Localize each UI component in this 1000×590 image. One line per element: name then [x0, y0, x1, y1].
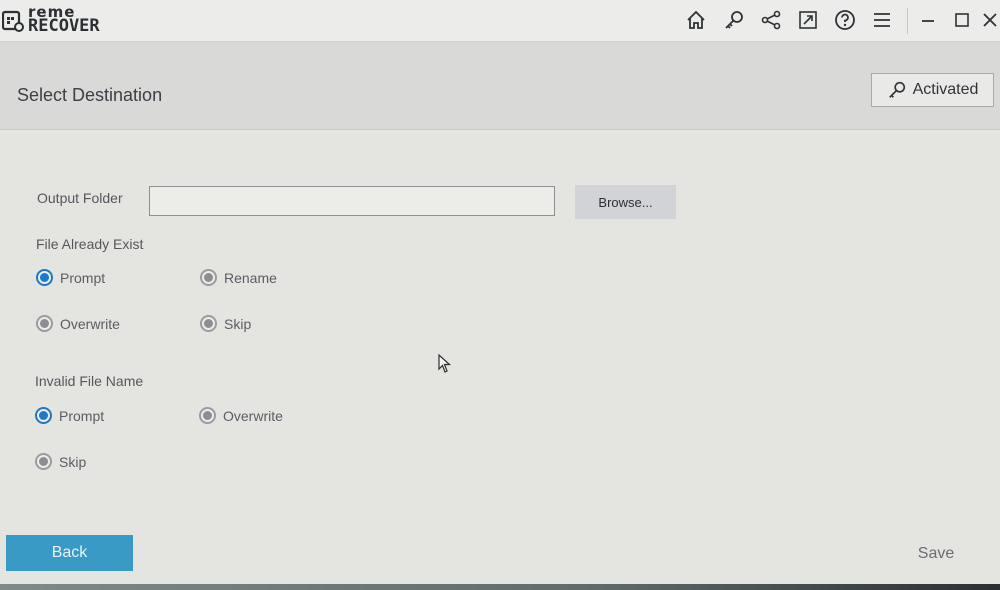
back-button[interactable]: Back: [6, 535, 133, 571]
radio-indicator: [35, 407, 52, 424]
radio-label: Prompt: [60, 269, 106, 286]
app-logo: reme RECOVER: [2, 4, 132, 36]
browse-button[interactable]: Browse...: [575, 185, 676, 219]
file-already-exist-label: File Already Exist: [36, 236, 144, 252]
logo-text-recover: RECOVER: [28, 16, 100, 36]
file-exist-skip-radio[interactable]: Skip: [200, 315, 251, 332]
output-folder-label: Output Folder: [37, 190, 123, 206]
titlebar-separator: [907, 8, 908, 34]
invalid-name-overwrite-radio[interactable]: Overwrite: [199, 407, 283, 424]
radio-label: Skip: [224, 315, 252, 332]
page-title: Select Destination: [17, 85, 163, 105]
home-icon[interactable]: [684, 8, 708, 32]
radio-indicator: [36, 269, 53, 286]
activated-button[interactable]: Activated: [871, 73, 994, 107]
file-exist-overwrite-radio[interactable]: Overwrite: [36, 315, 120, 332]
radio-indicator: [35, 453, 52, 470]
mouse-cursor-icon: [438, 354, 452, 373]
title-bar: reme RECOVER: [0, 0, 1000, 42]
menu-icon[interactable]: [870, 8, 894, 32]
page-header: Select Destination: [0, 42, 1000, 130]
key-icon[interactable]: [722, 8, 746, 32]
radio-indicator: [200, 269, 217, 286]
export-icon[interactable]: [796, 8, 820, 32]
invalid-name-skip-radio[interactable]: Skip: [35, 453, 86, 470]
maximize-icon[interactable]: [950, 8, 974, 32]
file-exist-prompt-radio[interactable]: Prompt: [36, 269, 105, 286]
radio-label: Skip: [59, 453, 87, 470]
activated-label: Activated: [912, 81, 979, 98]
radio-label: Prompt: [59, 407, 105, 424]
invalid-name-prompt-radio[interactable]: Prompt: [35, 407, 104, 424]
help-icon[interactable]: [833, 8, 857, 32]
share-icon[interactable]: [759, 8, 783, 32]
invalid-file-name-label: Invalid File Name: [35, 373, 144, 389]
output-folder-input[interactable]: [149, 186, 555, 216]
radio-label: Rename: [224, 269, 277, 286]
minimize-icon[interactable]: [916, 8, 940, 32]
file-exist-rename-radio[interactable]: Rename: [200, 269, 277, 286]
radio-indicator: [199, 407, 216, 424]
key-icon: [888, 81, 905, 98]
save-button[interactable]: Save: [906, 542, 966, 566]
radio-label: Overwrite: [223, 407, 283, 424]
radio-label: Overwrite: [60, 315, 120, 332]
taskbar-strip: [0, 584, 1000, 590]
radio-indicator: [36, 315, 53, 332]
logo-icon: [2, 10, 24, 32]
radio-indicator: [200, 315, 217, 332]
close-icon[interactable]: [978, 8, 1000, 32]
